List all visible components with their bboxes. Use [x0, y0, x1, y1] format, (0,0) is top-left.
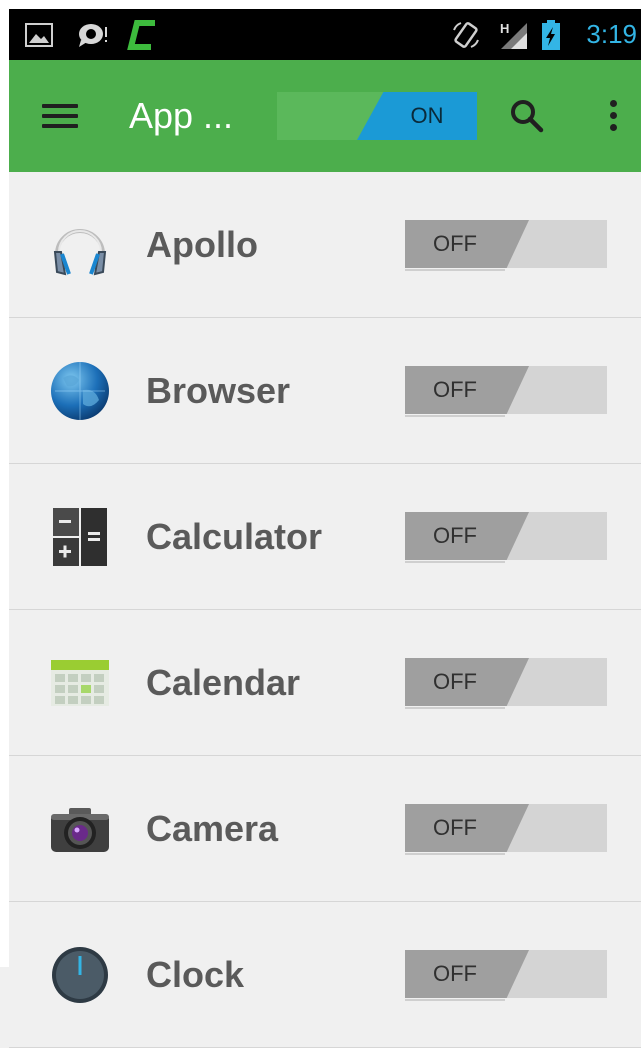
app-toggle[interactable]: OFF — [405, 366, 607, 417]
app-toggle[interactable]: OFF — [405, 658, 607, 709]
status-bar: H 3:19 — [9, 9, 641, 60]
toggle-underline — [405, 415, 505, 417]
toggle-underline — [405, 853, 505, 855]
list-item-apollo[interactable]: Apollo OFF — [9, 172, 641, 318]
list-item-calculator[interactable]: Calculator OFF — [9, 464, 641, 610]
overflow-menu-icon[interactable] — [607, 100, 619, 136]
app-list: Apollo OFF Browser OFF Calculator OFF Ca… — [9, 172, 641, 1048]
search-icon[interactable] — [509, 98, 545, 139]
app-title: App ... — [129, 95, 234, 136]
toggle-label: OFF — [433, 231, 477, 256]
chat-icon — [77, 9, 111, 60]
toggle-underline — [405, 707, 505, 709]
screen-border-left — [0, 0, 9, 967]
app-toggle[interactable]: OFF — [405, 950, 607, 1001]
c-app-icon — [125, 9, 159, 60]
svg-text:H: H — [500, 21, 509, 36]
master-toggle-label: ON — [410, 103, 444, 128]
picture-icon — [25, 9, 53, 60]
toggle-label: OFF — [433, 815, 477, 840]
app-toggle[interactable]: OFF — [405, 512, 607, 563]
app-name: Browser — [146, 370, 291, 411]
toggle-label: OFF — [433, 669, 477, 694]
app-name: Camera — [146, 808, 279, 849]
toggle-underline — [405, 269, 505, 271]
calendar-icon — [49, 652, 111, 714]
headphones-icon — [49, 214, 111, 276]
app-name: Apollo — [146, 224, 258, 265]
list-item-calendar[interactable]: Calendar OFF — [9, 610, 641, 756]
app-name: Clock — [146, 954, 245, 995]
app-toggle[interactable]: OFF — [405, 220, 607, 271]
toggle-underline — [405, 999, 505, 1001]
toggle-label: OFF — [433, 961, 477, 986]
list-item-browser[interactable]: Browser OFF — [9, 318, 641, 464]
signal-h-icon: H — [497, 9, 529, 60]
menu-icon[interactable] — [42, 104, 78, 128]
screen-border-top — [0, 0, 641, 9]
globe-icon — [49, 360, 111, 422]
list-item-camera[interactable]: Camera OFF — [9, 756, 641, 902]
toggle-label: OFF — [433, 523, 477, 548]
status-time: 3:19 — [586, 19, 637, 49]
toggle-underline — [405, 561, 505, 563]
toggle-label: OFF — [433, 377, 477, 402]
app-toggle[interactable]: OFF — [405, 804, 607, 855]
action-bar: App ... ON — [9, 60, 641, 172]
calculator-icon — [49, 506, 111, 568]
battery-charging-icon — [541, 9, 561, 60]
list-item-clock[interactable]: Clock OFF — [9, 902, 641, 1048]
camera-icon — [49, 798, 111, 860]
master-toggle[interactable]: ON — [277, 92, 477, 140]
app-name: Calculator — [146, 516, 323, 557]
rotate-icon — [451, 9, 481, 60]
clock-icon — [49, 944, 111, 1006]
app-name: Calendar — [146, 662, 301, 703]
